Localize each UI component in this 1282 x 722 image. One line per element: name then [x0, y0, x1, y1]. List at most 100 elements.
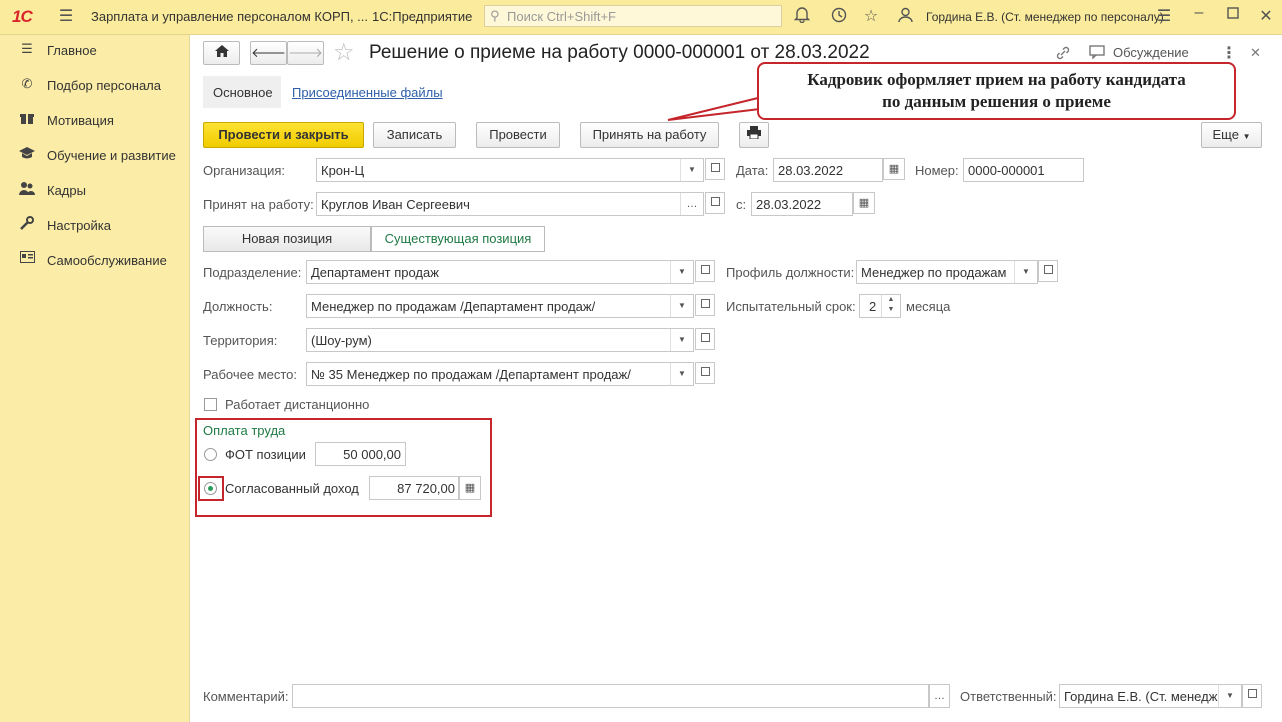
app-logo: 1С [12, 7, 33, 26]
dropdown-arrow-icon[interactable]: ▼ [670, 295, 693, 317]
callout-line-2: по данным решения о приеме [882, 92, 1111, 111]
dept-label: Подразделение: [203, 265, 302, 280]
workplace-open-button[interactable] [695, 362, 715, 384]
discussion-icon[interactable] [1089, 45, 1105, 62]
responsible-field[interactable]: Гордина Е.В. (Ст. менедж ▼ [1059, 684, 1242, 708]
remote-checkbox[interactable] [204, 398, 217, 411]
dropdown-arrow-icon[interactable]: ▼ [670, 363, 693, 385]
close-form-icon[interactable]: ✕ [1250, 45, 1261, 61]
callout-pointer [667, 96, 763, 121]
probation-stepper[interactable]: 2 ▲ ▼ [859, 294, 901, 318]
sidebar-item-label: Настройка [47, 218, 111, 233]
search-placeholder: Поиск Ctrl+Shift+F [507, 9, 616, 24]
territory-open-button[interactable] [695, 328, 715, 350]
open-icon [700, 299, 710, 308]
hired-field[interactable]: Круглов Иван Сергеевич … [316, 192, 704, 216]
stepper-arrows-icon[interactable]: ▲ ▼ [881, 295, 900, 317]
post-and-close-button[interactable]: Провести и закрыть [203, 122, 364, 148]
search-input[interactable]: ⚲ Поиск Ctrl+Shift+F [484, 5, 782, 27]
dropdown-arrow-icon[interactable]: ▼ [1218, 685, 1241, 707]
dropdown-arrow-icon[interactable]: ▼ [670, 329, 693, 351]
sidebar-item-settings[interactable]: Настройка [0, 211, 190, 241]
more-vert-icon[interactable]: ⋮ [1221, 43, 1237, 63]
comment-edit-icon[interactable]: … [929, 684, 950, 708]
sidebar-item-motivation[interactable]: Мотивация [0, 106, 190, 136]
sidebar-item-training[interactable]: Обучение и развитие [0, 141, 190, 171]
org-open-button[interactable] [705, 158, 725, 180]
number-label: Номер: [915, 163, 959, 178]
calendar-icon[interactable]: ▦ [853, 192, 875, 214]
home-button[interactable] [203, 41, 240, 65]
comment-label: Комментарий: [203, 689, 289, 704]
minimize-icon[interactable]: – [1189, 4, 1209, 22]
territory-field[interactable]: (Шоу-рум) ▼ [306, 328, 694, 352]
remote-label: Работает дистанционно [225, 397, 370, 412]
fot-radio[interactable] [204, 448, 217, 461]
profile-open-button[interactable] [1038, 260, 1058, 282]
settings-menu-icon[interactable]: ☰ [1154, 6, 1174, 26]
org-field[interactable]: Крон-Ц ▼ [316, 158, 704, 182]
close-window-icon[interactable]: ✕ [1256, 6, 1276, 26]
callout-note: Кадровик оформляет прием на работу канди… [757, 62, 1236, 120]
favorites-star-icon[interactable]: ☆ [861, 6, 881, 26]
tab-attached-files[interactable]: Присоединенные файлы [292, 85, 443, 100]
post-button[interactable]: Провести [476, 122, 560, 148]
hired-open-button[interactable] [705, 192, 725, 214]
agreed-income-field[interactable]: 87 720,00 [369, 476, 459, 500]
sidebar-item-label: Мотивация [47, 113, 114, 128]
fot-label: ФОТ позиции [225, 447, 306, 462]
hired-value: Круглов Иван Сергеевич [321, 197, 470, 212]
arrow-right-icon: 🡒 [288, 45, 323, 60]
more-button-label: Еще [1212, 127, 1239, 142]
tab-existing-position[interactable]: Существующая позиция [371, 226, 545, 252]
job-open-button[interactable] [695, 294, 715, 316]
open-icon [1043, 265, 1053, 274]
more-button[interactable]: Еще ▼ [1201, 122, 1262, 148]
comment-field[interactable] [292, 684, 929, 708]
discussion-link[interactable]: Обсуждение [1113, 45, 1189, 60]
open-icon [1247, 689, 1257, 698]
agreed-income-value: 87 720,00 [397, 481, 455, 496]
job-label: Должность: [203, 299, 273, 314]
job-field[interactable]: Менеджер по продажам /Департамент продаж… [306, 294, 694, 318]
favorite-star-icon[interactable]: ☆ [333, 38, 355, 67]
org-label: Организация: [203, 163, 286, 178]
history-icon[interactable] [828, 6, 848, 28]
user-icon[interactable] [895, 6, 915, 28]
back-button[interactable]: 🡐 [250, 41, 287, 65]
from-label: с: [736, 197, 747, 212]
workplace-field[interactable]: № 35 Менеджер по продажам /Департамент п… [306, 362, 694, 386]
number-field[interactable]: 0000-000001 [963, 158, 1084, 182]
calculator-icon[interactable]: ▦ [459, 476, 481, 500]
current-user[interactable]: Гордина Е.В. (Ст. менеджер по персоналу) [926, 10, 1164, 24]
sidebar-item-recruitment[interactable]: ✆ Подбор персонала [0, 71, 190, 101]
dropdown-arrow-icon[interactable]: ▼ [680, 159, 703, 181]
maximize-icon[interactable] [1223, 6, 1243, 25]
tab-new-position[interactable]: Новая позиция [203, 226, 371, 252]
save-button[interactable]: Записать [373, 122, 456, 148]
bell-icon[interactable] [792, 6, 812, 28]
print-button[interactable] [739, 122, 769, 148]
forward-button[interactable]: 🡒 [287, 41, 324, 65]
sidebar-item-hr[interactable]: Кадры [0, 176, 190, 206]
dept-field[interactable]: Департамент продаж ▼ [306, 260, 694, 284]
calendar-icon[interactable]: ▦ [883, 158, 905, 180]
responsible-open-button[interactable] [1242, 684, 1262, 708]
agreed-income-radio[interactable] [204, 482, 217, 495]
sidebar-item-main[interactable]: ☰ Главное [0, 36, 190, 66]
dropdown-arrow-icon[interactable]: ▼ [1014, 261, 1037, 283]
hamburger-menu-icon[interactable]: ☰ [56, 6, 76, 26]
sidebar-item-selfservice[interactable]: Самообслуживание [0, 246, 190, 276]
date-value: 28.03.2022 [778, 163, 844, 178]
open-icon [710, 197, 720, 206]
from-date-field[interactable]: 28.03.2022 [751, 192, 853, 216]
hire-button[interactable]: Принять на работу [580, 122, 719, 148]
select-ellipsis-icon[interactable]: … [680, 193, 703, 215]
dropdown-arrow-icon[interactable]: ▼ [670, 261, 693, 283]
platform-name: 1С:Предприятие [372, 9, 473, 24]
dept-open-button[interactable] [695, 260, 715, 282]
date-field[interactable]: 28.03.2022 [773, 158, 883, 182]
tab-main[interactable]: Основное [203, 76, 281, 108]
fot-field[interactable]: 50 000,00 [315, 442, 406, 466]
profile-field[interactable]: Менеджер по продажам ▼ [856, 260, 1038, 284]
